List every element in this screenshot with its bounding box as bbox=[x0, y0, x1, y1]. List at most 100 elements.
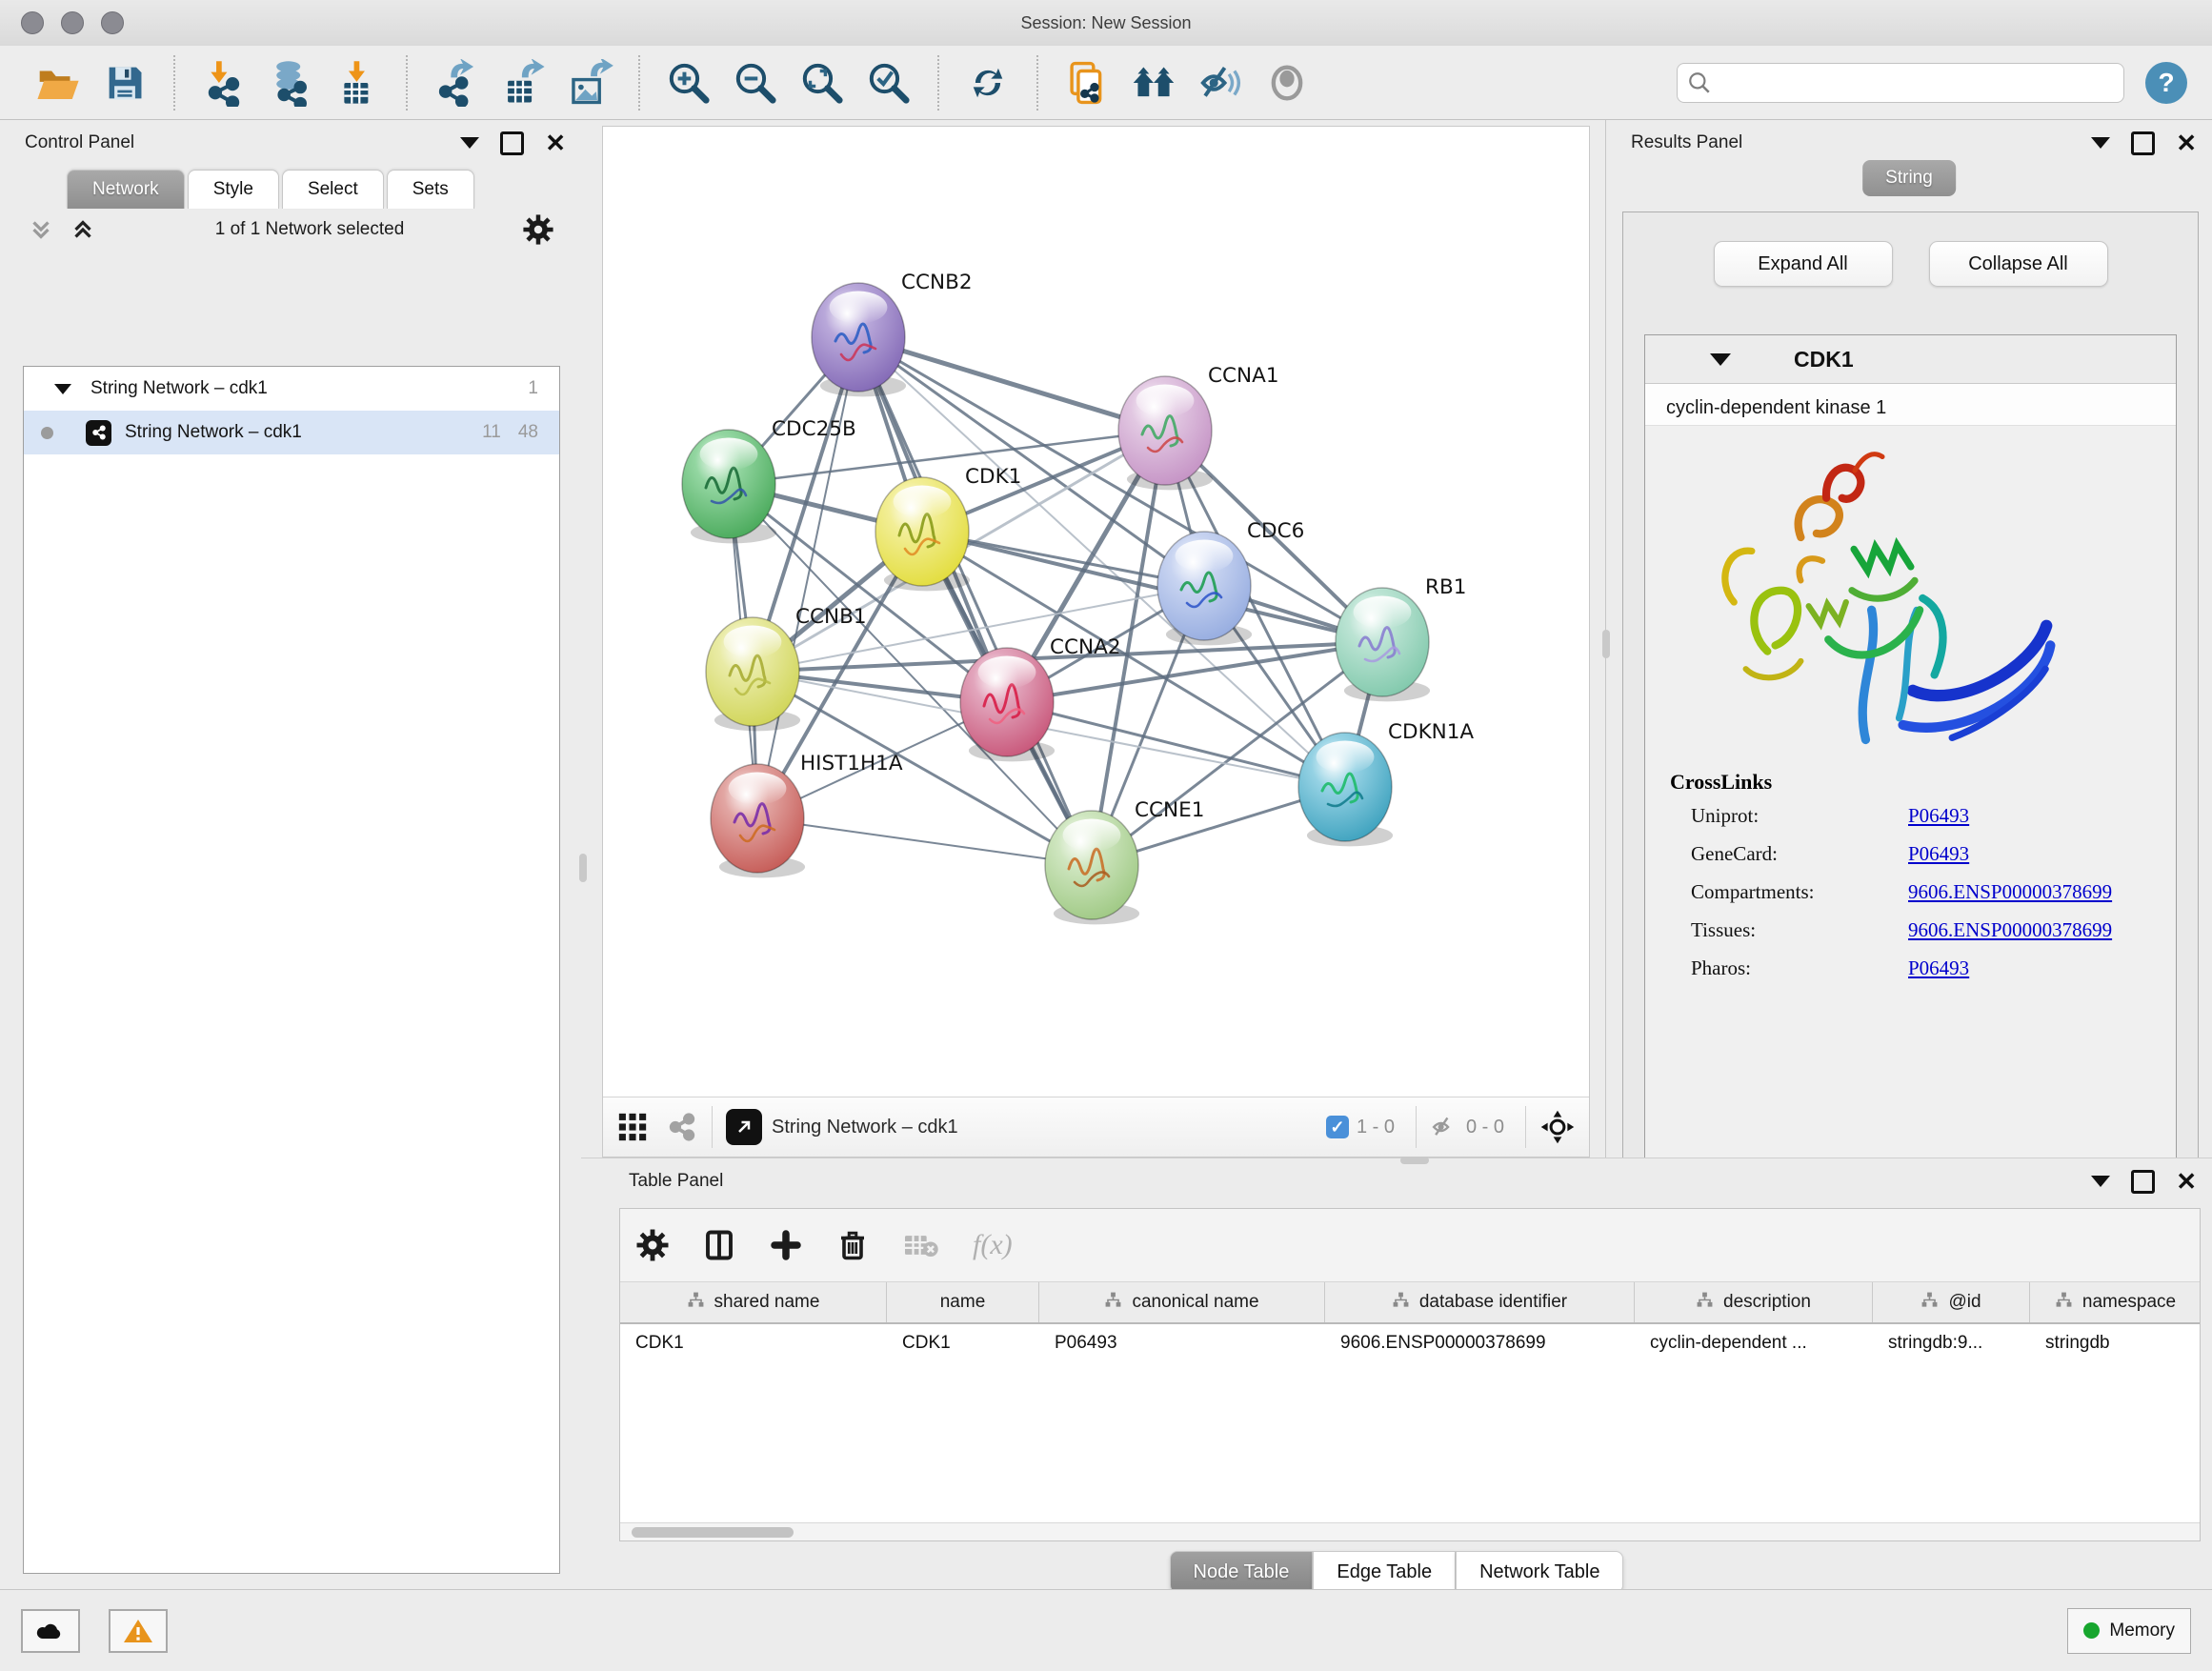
crosslink-link[interactable]: P06493 bbox=[1908, 842, 1969, 866]
window-title: Session: New Session bbox=[0, 13, 2212, 33]
panel-close-icon[interactable]: ✕ bbox=[545, 134, 566, 152]
tab-node-table[interactable]: Node Table bbox=[1170, 1551, 1314, 1593]
left-splitter-handle[interactable] bbox=[579, 854, 587, 882]
memory-button[interactable]: Memory bbox=[2067, 1608, 2191, 1654]
apply-layout-button[interactable] bbox=[963, 58, 1013, 108]
expand-all-button[interactable]: Expand All bbox=[1714, 241, 1893, 287]
tab-select[interactable]: Select bbox=[282, 170, 384, 209]
tab-network[interactable]: Network bbox=[67, 170, 185, 209]
results-tab-string[interactable]: String bbox=[1862, 160, 1956, 196]
network-graph[interactable]: CCNB2CCNA1CDC25BCDK1CDC6RB1CCNB1CCNA2CDK… bbox=[603, 127, 1587, 1033]
panel-menu-icon[interactable] bbox=[2091, 137, 2110, 149]
table-cell[interactable]: P06493 bbox=[1039, 1324, 1325, 1362]
panel-close-icon[interactable]: ✕ bbox=[2176, 1173, 2197, 1191]
edge-CCNB2-CCNE1[interactable] bbox=[858, 337, 1092, 865]
cloud-status-button[interactable] bbox=[21, 1609, 80, 1653]
import-network-file-button[interactable] bbox=[199, 58, 249, 108]
crosslink-link[interactable]: 9606.ENSP00000378699 bbox=[1908, 880, 2112, 904]
column-header-namespace[interactable]: namespace bbox=[2030, 1282, 2200, 1322]
open-in-window-button[interactable] bbox=[726, 1109, 762, 1145]
delete-column-trash-icon[interactable] bbox=[835, 1228, 870, 1262]
hide-selected-button[interactable] bbox=[1196, 58, 1245, 108]
node-label-CDKN1A: CDKN1A bbox=[1388, 720, 1474, 744]
application-window: Session: New Session bbox=[0, 0, 2212, 1671]
crosslink-link[interactable]: 9606.ENSP00000378699 bbox=[1908, 918, 2112, 942]
edge-CCNB2-HIST1H1A[interactable] bbox=[757, 337, 858, 818]
panel-menu-icon[interactable] bbox=[2091, 1176, 2110, 1187]
network-canvas[interactable]: CCNB2CCNA1CDC25BCDK1CDC6RB1CCNB1CCNA2CDK… bbox=[602, 126, 1590, 1158]
scrollbar-thumb[interactable] bbox=[632, 1527, 794, 1538]
column-header-canonical-name[interactable]: canonical name bbox=[1039, 1282, 1325, 1322]
first-neighbors-button[interactable] bbox=[1129, 58, 1178, 108]
collection-expander-icon[interactable] bbox=[54, 384, 71, 394]
column-header-description[interactable]: description bbox=[1635, 1282, 1873, 1322]
network-row[interactable]: String Network – cdk1 11 48 bbox=[24, 411, 559, 454]
crosslink-link[interactable]: P06493 bbox=[1908, 804, 1969, 828]
save-session-button[interactable] bbox=[100, 58, 150, 108]
protein-header[interactable]: CDK1 bbox=[1645, 335, 2176, 384]
tab-network-table[interactable]: Network Table bbox=[1456, 1551, 1623, 1593]
search-input[interactable] bbox=[1719, 71, 2114, 93]
show-all-button[interactable] bbox=[1262, 58, 1312, 108]
collapse-all-button[interactable]: Collapse All bbox=[1929, 241, 2108, 287]
results-splitter-handle[interactable] bbox=[1602, 630, 1610, 658]
collapse-all-icon[interactable] bbox=[27, 215, 55, 244]
table-cell[interactable]: CDK1 bbox=[620, 1324, 887, 1362]
warnings-button[interactable] bbox=[109, 1609, 168, 1653]
function-builder-icon-disabled: f(x) bbox=[973, 1229, 1013, 1261]
protein-structure-image bbox=[1683, 443, 2083, 757]
table-cell[interactable]: 9606.ENSP00000378699 bbox=[1325, 1324, 1635, 1362]
table-cell[interactable]: stringdb bbox=[2030, 1324, 2200, 1362]
crosslink-link[interactable]: P06493 bbox=[1908, 956, 1969, 980]
table-row[interactable]: CDK1CDK1P064939606.ENSP00000378699cyclin… bbox=[620, 1324, 2200, 1362]
panel-float-icon[interactable] bbox=[500, 131, 524, 155]
node-label-CDC25B: CDC25B bbox=[772, 417, 856, 441]
select-columns-icon[interactable] bbox=[702, 1228, 736, 1262]
tab-sets[interactable]: Sets bbox=[387, 170, 474, 209]
birds-eye-view-icon[interactable] bbox=[1539, 1109, 1576, 1145]
import-table-file-button[interactable] bbox=[332, 58, 382, 108]
zoom-selected-button[interactable] bbox=[864, 58, 914, 108]
protein-expander-icon[interactable] bbox=[1710, 353, 1731, 366]
column-header--id[interactable]: @id bbox=[1873, 1282, 2030, 1322]
column-label: description bbox=[1723, 1292, 1811, 1313]
table-cell[interactable]: cyclin-dependent ... bbox=[1635, 1324, 1873, 1362]
help-button[interactable]: ? bbox=[2145, 62, 2187, 104]
table-horizontal-scrollbar[interactable] bbox=[620, 1522, 2200, 1540]
panel-close-icon[interactable]: ✕ bbox=[2176, 134, 2197, 152]
export-table-button[interactable] bbox=[498, 58, 548, 108]
edge-HIST1H1A-CCNE1[interactable] bbox=[757, 818, 1092, 865]
zoom-in-button[interactable] bbox=[664, 58, 714, 108]
column-header-shared-name[interactable]: shared name bbox=[620, 1282, 887, 1322]
status-bar: Memory bbox=[0, 1589, 2212, 1671]
export-image-button[interactable] bbox=[565, 58, 614, 108]
table-gear-icon[interactable] bbox=[635, 1228, 670, 1262]
column-header-name[interactable]: name bbox=[887, 1282, 1039, 1322]
panel-float-icon[interactable] bbox=[2131, 131, 2155, 155]
column-header-database-identifier[interactable]: database identifier bbox=[1325, 1282, 1635, 1322]
panel-float-icon[interactable] bbox=[2131, 1170, 2155, 1194]
table-cell[interactable]: CDK1 bbox=[887, 1324, 1039, 1362]
clone-network-button[interactable] bbox=[1062, 58, 1112, 108]
export-network-button[interactable] bbox=[432, 58, 481, 108]
network-options-gear-icon[interactable] bbox=[522, 213, 554, 246]
table-splitter-handle[interactable] bbox=[1400, 1157, 1429, 1164]
import-network-database-button[interactable] bbox=[266, 58, 315, 108]
hidden-eye-slash-icon bbox=[1430, 1113, 1458, 1141]
crosslink-label: Compartments: bbox=[1670, 880, 1908, 904]
expand-all-icon[interactable] bbox=[69, 215, 97, 244]
network-collection-row[interactable]: String Network – cdk1 1 bbox=[24, 367, 559, 411]
tab-style[interactable]: Style bbox=[188, 170, 279, 209]
zoom-fit-button[interactable] bbox=[797, 58, 847, 108]
panel-menu-icon[interactable] bbox=[460, 137, 479, 149]
open-session-button[interactable] bbox=[33, 58, 83, 108]
toolbar-separator bbox=[937, 55, 939, 111]
zoom-out-button[interactable] bbox=[731, 58, 780, 108]
add-column-icon[interactable] bbox=[769, 1228, 803, 1262]
grid-view-icon[interactable] bbox=[616, 1111, 649, 1143]
table-cell[interactable]: stringdb:9... bbox=[1873, 1324, 2030, 1362]
share-view-icon[interactable] bbox=[666, 1111, 698, 1143]
tab-edge-table[interactable]: Edge Table bbox=[1313, 1551, 1456, 1593]
selected-checkbox-icon[interactable]: ✓ bbox=[1326, 1116, 1349, 1138]
table-toolbar: f(x) bbox=[620, 1209, 2200, 1281]
